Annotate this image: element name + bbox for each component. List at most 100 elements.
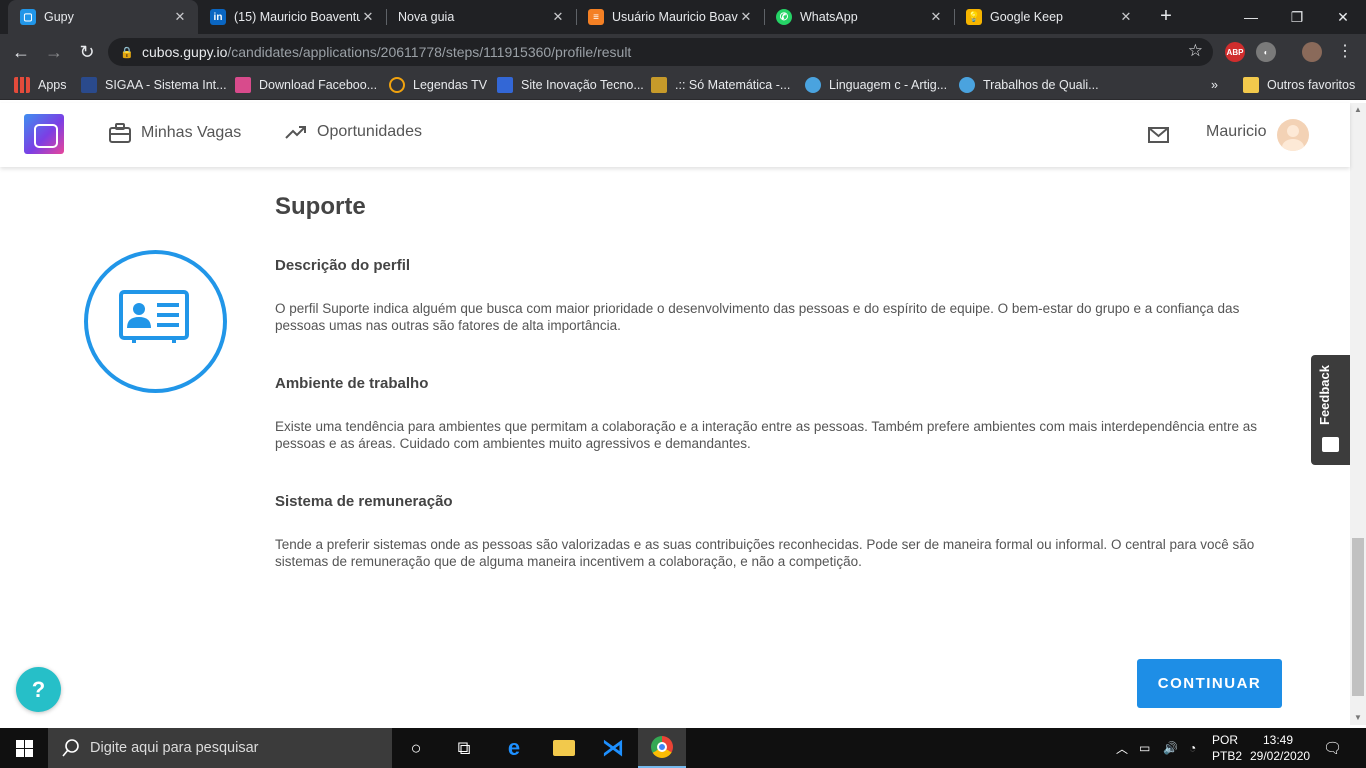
tab-whatsapp[interactable]: ✆ WhatsApp ✕ (764, 0, 954, 34)
download-icon (235, 77, 251, 93)
back-icon[interactable]: ← (9, 40, 33, 64)
gupy-icon: ▢ (20, 9, 36, 25)
site-inovacao-icon (497, 77, 513, 93)
bookmark-so-matematica[interactable]: .:: Só Matemática -... (651, 76, 790, 94)
reload-icon[interactable]: ↻ (75, 40, 99, 64)
tab-title: Usuário Mauricio Boave (612, 10, 738, 24)
feedback-label: Feedback (1317, 365, 1332, 425)
windows-taskbar: Digite aqui para pesquisar ○ ⧉ e ⋊ ︿ ▭ 🔊… (0, 728, 1366, 768)
app-header: Minhas Vagas Oportunidades Mauricio (0, 103, 1350, 167)
close-tab-icon[interactable]: ✕ (1118, 9, 1134, 25)
id-card-icon (119, 290, 189, 343)
battery-icon[interactable]: ▭ (1139, 728, 1150, 768)
nav-opportunities[interactable]: Oportunidades (285, 123, 422, 141)
close-window-icon[interactable]: ✕ (1320, 0, 1366, 34)
lightbulb-icon (959, 77, 975, 93)
profile-avatar-icon[interactable] (1302, 42, 1322, 62)
new-tab-button[interactable]: + (1155, 5, 1177, 27)
legendas-tv-icon (389, 77, 405, 93)
help-button[interactable]: ? (16, 667, 61, 712)
scroll-down-icon[interactable]: ▼ (1353, 713, 1363, 722)
minimize-icon[interactable]: — (1228, 0, 1274, 34)
bookmark-legendas-tv[interactable]: Legendas TV (389, 76, 487, 94)
tab-title: Gupy (44, 10, 74, 24)
cortana-icon[interactable]: ○ (392, 728, 440, 768)
bookmark-sigaa[interactable]: SIGAA - Sistema Int... (81, 76, 227, 94)
work-environment-heading: Ambiente de trabalho (275, 375, 429, 392)
bookmark-download-facebook[interactable]: Download Faceboo... (235, 76, 377, 94)
bookmark-linguagem-c[interactable]: Linguagem c - Artig... (805, 76, 947, 94)
forward-icon[interactable]: → (42, 40, 66, 64)
address-url[interactable]: cubos.gupy.io/candidates/applications/20… (142, 44, 631, 60)
sigaa-icon (81, 77, 97, 93)
taskbar-clock[interactable]: 13:49 29/02/2020 (1250, 732, 1310, 764)
bookmark-site-inovacao[interactable]: Site Inovação Tecno... (497, 76, 644, 94)
tray-chevron-icon[interactable]: ︿ (1116, 728, 1128, 768)
taskbar-search-placeholder: Digite aqui para pesquisar (90, 740, 259, 756)
profile-result-content: Suporte Descrição do perfil O perfil Sup… (0, 167, 1350, 725)
tab-stackoverflow[interactable]: ≡ Usuário Mauricio Boave ✕ (576, 0, 764, 34)
compensation-system-heading: Sistema de remuneração (275, 493, 453, 510)
feedback-smiley-icon (1322, 437, 1339, 452)
chrome-icon[interactable] (638, 728, 686, 768)
browser-tab-strip: ▢ Gupy ✕ in (15) Mauricio Boaventur ✕ No… (0, 0, 1366, 34)
file-explorer-icon[interactable] (540, 728, 588, 768)
user-name[interactable]: Mauricio (1206, 123, 1266, 141)
tab-title: Nova guia (398, 10, 455, 24)
tab-gupy[interactable]: ▢ Gupy ✕ (8, 0, 198, 34)
tab-title: (15) Mauricio Boaventur (234, 10, 360, 24)
bookmarks-overflow-icon[interactable]: » (1211, 76, 1218, 94)
linkedin-icon: in (210, 9, 226, 25)
close-tab-icon[interactable]: ✕ (738, 9, 754, 25)
profile-description-text: O perfil Suporte indica alguém que busca… (275, 301, 1240, 333)
folder-icon (1243, 77, 1259, 93)
restore-icon[interactable]: ❐ (1274, 0, 1320, 34)
page-scrollbar[interactable]: ▲ ▼ (1350, 103, 1366, 725)
address-bar[interactable]: 🔒 cubos.gupy.io/candidates/applications/… (108, 38, 1213, 66)
profile-description-heading: Descrição do perfil (275, 257, 411, 274)
notifications-icon[interactable]: 🗨 (1323, 728, 1342, 768)
bookmark-other-favorites[interactable]: Outros favoritos (1243, 76, 1355, 94)
vscode-icon[interactable]: ⋊ (589, 728, 637, 768)
compensation-system-text: Tende a preferir sistemas onde as pessoa… (275, 537, 1255, 569)
adblock-plus-icon[interactable]: ABP (1225, 42, 1245, 62)
keep-icon: 💡 (966, 9, 982, 25)
tab-google-keep[interactable]: 💡 Google Keep ✕ (954, 0, 1144, 34)
apps-grid-icon (14, 77, 30, 93)
lock-icon: 🔒 (120, 46, 134, 59)
bookmark-star-icon[interactable]: ☆ (1188, 41, 1203, 61)
task-view-icon[interactable]: ⧉ (440, 728, 488, 768)
work-environment-text: Existe uma tendência para ambientes que … (275, 419, 1258, 451)
close-tab-icon[interactable]: ✕ (172, 9, 188, 25)
windows-start-button[interactable] (0, 728, 48, 768)
nav-opportunities-label: Oportunidades (317, 123, 422, 140)
profile-title: Suporte (275, 193, 366, 220)
close-tab-icon[interactable]: ✕ (360, 9, 376, 25)
search-icon (62, 739, 79, 757)
extension-globe-icon[interactable]: ◐ (1256, 42, 1276, 62)
volume-icon[interactable]: 🔊 (1163, 728, 1178, 768)
bookmark-trabalhos-qualidade[interactable]: Trabalhos de Quali... (959, 76, 1099, 94)
close-tab-icon[interactable]: ✕ (928, 9, 944, 25)
taskbar-search[interactable]: Digite aqui para pesquisar (48, 728, 392, 768)
tab-new[interactable]: Nova guia ✕ (386, 0, 576, 34)
network-icon[interactable]: ◔ (1189, 728, 1196, 768)
keyboard-layout-indicator[interactable]: POR PTB2 (1212, 732, 1242, 764)
continue-button[interactable]: CONTINUAR (1137, 659, 1282, 708)
nav-my-jobs[interactable]: Minhas Vagas (109, 123, 241, 143)
bookmarks-bar: Apps SIGAA - Sistema Int... Download Fac… (0, 70, 1366, 100)
bookmark-apps[interactable]: Apps (14, 76, 67, 94)
scrollbar-thumb[interactable] (1352, 538, 1364, 696)
tab-linkedin[interactable]: in (15) Mauricio Boaventur ✕ (198, 0, 386, 34)
menu-kebab-icon[interactable]: ⋮ (1333, 40, 1357, 64)
close-tab-icon[interactable]: ✕ (550, 9, 566, 25)
feedback-tab[interactable]: Feedback (1311, 355, 1350, 465)
browser-toolbar: ← → ↻ 🔒 cubos.gupy.io/candidates/applica… (0, 34, 1366, 70)
profile-badge (84, 250, 227, 393)
gupy-logo[interactable] (24, 114, 64, 154)
scroll-up-icon[interactable]: ▲ (1353, 105, 1363, 114)
mail-icon[interactable] (1148, 127, 1169, 143)
trending-up-icon (285, 126, 306, 139)
avatar[interactable] (1277, 119, 1309, 151)
edge-icon[interactable]: e (490, 728, 538, 768)
